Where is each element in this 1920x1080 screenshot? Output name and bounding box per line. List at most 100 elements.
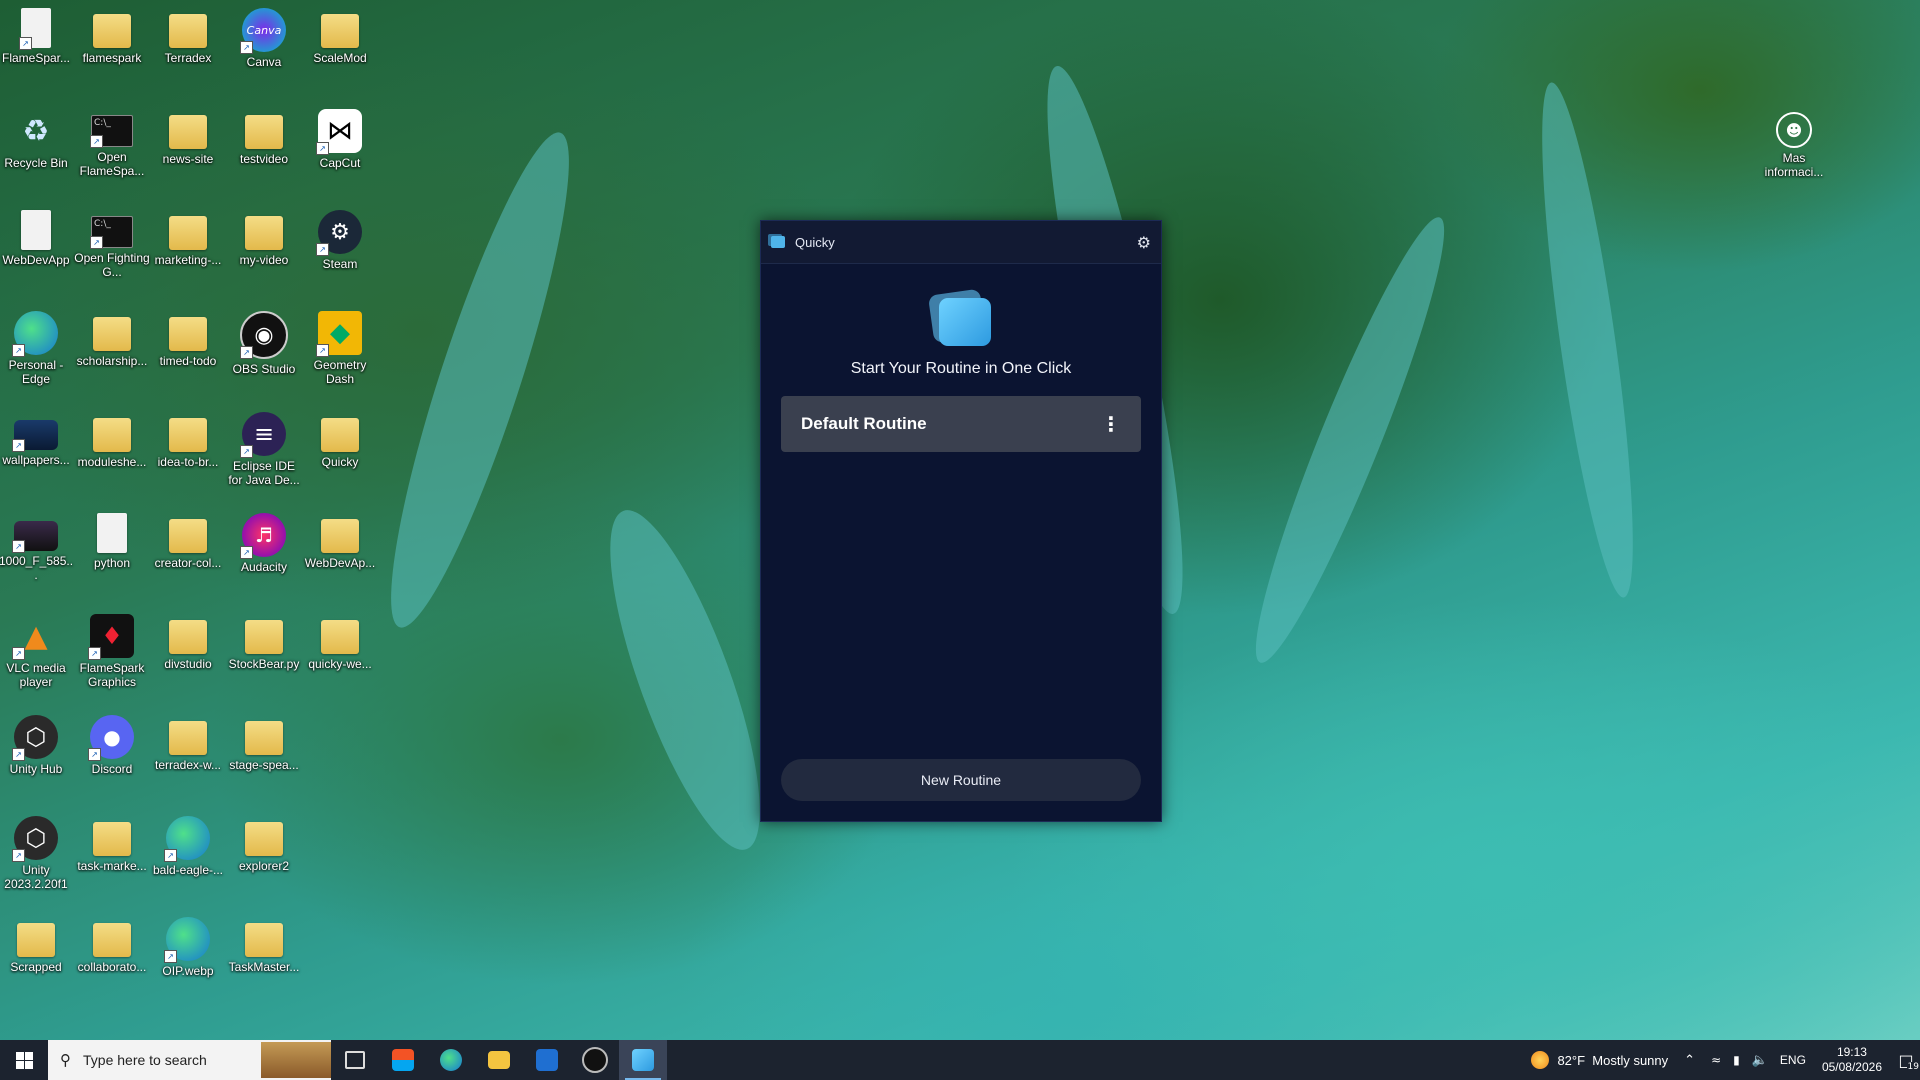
- task-view-button[interactable]: [331, 1040, 379, 1080]
- desktop-icon-label: FlameSpar...: [1, 51, 71, 65]
- desktop-icon[interactable]: my-video: [228, 210, 300, 267]
- taskbar-search[interactable]: ⚲: [48, 1040, 331, 1080]
- desktop-icon[interactable]: ≡ ↗ Eclipse IDE for Java De...: [228, 412, 300, 487]
- desktop-icon[interactable]: moduleshe...: [76, 412, 148, 469]
- desktop-icon[interactable]: python: [76, 513, 148, 570]
- routine-card[interactable]: Default Routine ⋮: [781, 396, 1141, 452]
- desktop-icon[interactable]: task-marke...: [76, 816, 148, 873]
- desktop-icon[interactable]: idea-to-br...: [152, 412, 224, 469]
- desktop-icon[interactable]: marketing-...: [152, 210, 224, 267]
- desktop-icon[interactable]: ⋈ ↗ CapCut: [304, 109, 376, 170]
- desktop-icon[interactable]: ♬ ↗ Audacity: [228, 513, 300, 574]
- window-title: Quicky: [795, 234, 835, 250]
- obs-button[interactable]: [571, 1040, 619, 1080]
- desktop-icon[interactable]: Terradex: [152, 8, 224, 65]
- desktop-icon[interactable]: ↗ Personal - Edge: [0, 311, 72, 386]
- notification-button[interactable]: □ 19: [1892, 1040, 1920, 1080]
- desktop-icon[interactable]: WebDevApp: [0, 210, 72, 267]
- weather-widget[interactable]: 82°F Mostly sunny: [1525, 1051, 1674, 1069]
- flamespark-icon: ♦ ↗: [88, 614, 134, 660]
- desktop-icon-label: Mas informaci...: [1764, 151, 1824, 179]
- desktop-icon-label: WebDevAp...: [304, 556, 376, 570]
- desktop-icon[interactable]: ↗ OIP.webp: [152, 917, 224, 978]
- desktop-icon[interactable]: ↗ wallpapers...: [0, 412, 72, 467]
- desktop-icon[interactable]: ⬡ ↗ Unity Hub: [0, 715, 72, 776]
- file-explorer-icon: [488, 1051, 510, 1069]
- desktop-icon-label: idea-to-br...: [157, 455, 219, 469]
- desktop-icon[interactable]: Canva ↗ Canva: [228, 8, 300, 69]
- desktop-icon[interactable]: ⬡ ↗ Unity 2023.2.20f1: [0, 816, 72, 891]
- desktop-icon[interactable]: collaborato...: [76, 917, 148, 974]
- desktop-icon-label: Terradex: [164, 51, 212, 65]
- desktop-icon[interactable]: testvideo: [228, 109, 300, 166]
- desktop-icon[interactable]: flamespark: [76, 8, 148, 65]
- file-icon: [21, 210, 51, 250]
- volume-icon[interactable]: 🔈: [1746, 1053, 1774, 1068]
- desktop-icon[interactable]: ♻ Recycle Bin: [0, 109, 72, 171]
- desktop-icon[interactable]: terradex-w...: [152, 715, 224, 772]
- file-explorer-button[interactable]: [475, 1040, 523, 1080]
- desktop-icon[interactable]: explorer2: [228, 816, 300, 873]
- search-input[interactable]: [81, 1051, 255, 1069]
- edge-button[interactable]: [427, 1040, 475, 1080]
- vlc-icon: ▲ ↗: [12, 614, 58, 660]
- wallpaper-river: [1524, 78, 1651, 602]
- folder-icon: [245, 620, 283, 654]
- desktop-icon[interactable]: ↗ FlameSpar...: [0, 8, 72, 65]
- desktop-icon[interactable]: ◉ ↗ OBS Studio: [228, 311, 300, 376]
- desktop-icon[interactable]: divstudio: [152, 614, 224, 671]
- desktop-icon[interactable]: WebDevAp...: [304, 513, 376, 570]
- desktop-icon[interactable]: ♦ ↗ FlameSpark Graphics: [76, 614, 148, 689]
- desktop-icon[interactable]: C:\_ ↗ Open FlameSpa...: [76, 109, 148, 178]
- clock[interactable]: 19:13 05/08/2026: [1812, 1045, 1892, 1075]
- desktop-icon[interactable]: quicky-we...: [304, 614, 376, 671]
- desktop-icon[interactable]: timed-todo: [152, 311, 224, 368]
- new-routine-button[interactable]: New Routine: [781, 759, 1141, 801]
- folder-icon: [245, 115, 283, 149]
- edge-icon: ↗: [164, 917, 210, 963]
- desktop-icon[interactable]: scholarship...: [76, 311, 148, 368]
- wallpaper-river: [1232, 206, 1468, 674]
- weather-text: Mostly sunny: [1592, 1052, 1669, 1068]
- network-icon[interactable]: ≈: [1705, 1053, 1727, 1067]
- desktop-icon-label: stage-spea...: [229, 758, 299, 772]
- desktop-icon[interactable]: Quicky: [304, 412, 376, 469]
- language-indicator[interactable]: ENG: [1774, 1053, 1812, 1067]
- desktop-icon[interactable]: ↗ bald-eagle-...: [152, 816, 224, 877]
- desktop-icon[interactable]: creator-col...: [152, 513, 224, 570]
- shortcut-arrow-icon: ↗: [90, 236, 103, 249]
- quicky-taskbar-button[interactable]: [619, 1040, 667, 1080]
- titlebar[interactable]: Quicky ⚙: [761, 221, 1161, 264]
- start-button[interactable]: [0, 1040, 48, 1080]
- folder-icon: [245, 923, 283, 957]
- desktop-icon-mas-informacion[interactable]: ☻ Mas informaci...: [1758, 112, 1830, 179]
- kebab-icon[interactable]: ⋮: [1101, 412, 1121, 436]
- desktop-icon-label: Steam: [322, 257, 358, 271]
- desktop-icon-label: bald-eagle-...: [152, 863, 224, 877]
- gear-icon[interactable]: ⚙: [1137, 233, 1151, 252]
- desktop-icon[interactable]: ↗ 1000_F_585...: [0, 513, 73, 582]
- desktop-icon-label: scholarship...: [76, 354, 148, 368]
- chevron-up-icon[interactable]: ⌃: [1674, 1053, 1705, 1068]
- quicky-hero-logo-icon: [927, 288, 993, 348]
- edge-icon: ↗: [164, 816, 210, 862]
- desktop-icon[interactable]: ● ↗ Discord: [76, 715, 148, 776]
- desktop-icon-label: Personal - Edge: [8, 358, 64, 386]
- outlook-button[interactable]: [523, 1040, 571, 1080]
- store-button[interactable]: [379, 1040, 427, 1080]
- battery-icon[interactable]: ▮: [1727, 1053, 1746, 1067]
- desktop-icon[interactable]: ▲ ↗ VLC media player: [0, 614, 72, 690]
- desktop-icon[interactable]: ⚙ ↗ Steam: [304, 210, 376, 271]
- desktop-icon[interactable]: news-site: [152, 109, 224, 166]
- desktop-icon[interactable]: Scrapped: [0, 917, 72, 974]
- desktop-icon[interactable]: stage-spea...: [228, 715, 300, 772]
- desktop-icon[interactable]: TaskMaster...: [228, 917, 300, 974]
- desktop-icon-label: Audacity: [240, 560, 288, 574]
- desktop-icon-label: Unity Hub: [9, 762, 63, 776]
- desktop-icon[interactable]: ◆ ↗ Geometry Dash: [304, 311, 376, 386]
- desktop-icon[interactable]: C:\_ ↗ Open Fighting G...: [74, 210, 150, 279]
- folder-icon: [245, 216, 283, 250]
- folder-icon: [169, 115, 207, 149]
- desktop-icon[interactable]: ScaleMod: [304, 8, 376, 65]
- desktop-icon[interactable]: StockBear.py: [228, 614, 300, 671]
